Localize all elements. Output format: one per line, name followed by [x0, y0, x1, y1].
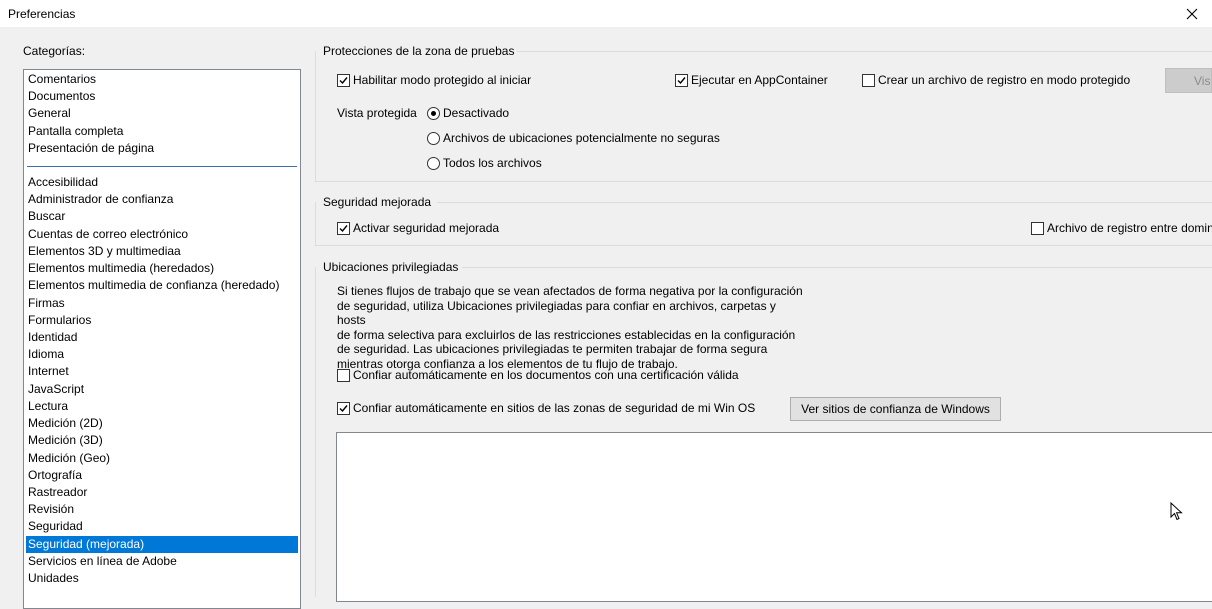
title-bar: Preferencias — [0, 0, 1212, 27]
enhanced-security-label: Activar seguridad mejorada — [353, 221, 500, 235]
checkmark-icon — [339, 76, 348, 84]
checkbox-box — [675, 73, 688, 87]
privileged-description-line: de forma selectiva para excluirlos de la… — [337, 327, 796, 342]
category-item[interactable]: Presentación de página — [26, 140, 298, 157]
appcontainer-label: Ejecutar en AppContainer — [691, 73, 828, 87]
radio-circle — [427, 156, 440, 170]
close-icon — [1186, 8, 1198, 19]
protected-view-option-all[interactable]: Todos los archivos — [427, 156, 542, 170]
mouse-cursor-icon — [1170, 502, 1183, 521]
protected-view-label: Vista protegida — [337, 106, 417, 120]
log-file-label: Crear un archivo de registro en modo pro… — [878, 73, 1131, 87]
category-item[interactable]: Elementos multimedia de confianza (hered… — [26, 277, 298, 294]
close-button[interactable] — [1172, 0, 1212, 27]
enhanced-group-title: Seguridad mejorada — [323, 195, 432, 209]
sandbox-group-border — [517, 51, 1212, 52]
window-title: Preferencias — [8, 7, 76, 21]
category-item[interactable]: General — [26, 105, 298, 122]
privileged-description-line: de seguridad. Las ubicaciones privilegia… — [337, 342, 768, 356]
checkbox-box — [337, 401, 350, 415]
category-item[interactable]: Seguridad — [26, 518, 298, 535]
category-item[interactable]: Unidades — [26, 570, 298, 587]
privileged-description-line: de seguridad, utiliza Ubicaciones privil… — [337, 298, 776, 328]
cross-domain-log-checkbox[interactable]: Archivo de registro entre dominios — [1031, 221, 1212, 235]
category-item[interactable]: JavaScript — [26, 381, 298, 398]
category-item[interactable]: Pantalla completa — [26, 123, 298, 140]
trust-certified-checkbox[interactable]: Confiar automáticamente en los documento… — [337, 368, 739, 382]
view-windows-sites-button-label: Ver sitios de confianza de Windows — [801, 402, 990, 416]
privileged-locations-list[interactable] — [336, 432, 1212, 602]
view-windows-sites-button[interactable]: Ver sitios de confianza de Windows — [790, 397, 1001, 421]
privileged-group-title: Ubicaciones privilegiadas — [323, 260, 459, 274]
view-log-button[interactable]: Visualizar — [1165, 68, 1212, 93]
categories-separator — [27, 166, 297, 167]
checkbox-box — [862, 73, 875, 87]
checkmark-icon — [339, 404, 348, 412]
category-item[interactable]: Cuentas de correo electrónico — [26, 226, 298, 243]
category-item[interactable]: Ortografía — [26, 467, 298, 484]
appcontainer-checkbox[interactable]: Ejecutar en AppContainer — [675, 73, 828, 87]
categories-label: Categorías: — [23, 44, 86, 58]
category-item[interactable]: Administrador de confianza — [26, 191, 298, 208]
privileged-group-border-left — [315, 267, 316, 597]
protected-view-option-off-label: Desactivado — [443, 106, 510, 120]
category-item[interactable]: Rastreador — [26, 484, 298, 501]
sandbox-group-title: Protecciones de la zona de pruebas — [323, 44, 515, 58]
category-item[interactable]: Identidad — [26, 329, 298, 346]
cross-domain-log-label: Archivo de registro entre dominios — [1047, 221, 1212, 235]
view-log-button-label: Visualizar — [1194, 73, 1211, 88]
category-item[interactable]: Elementos 3D y multimediaa — [26, 243, 298, 260]
privileged-description: Si tienes flujos de trabajo que se vean … — [337, 284, 807, 371]
category-item[interactable]: Elementos multimedia (heredados) — [26, 260, 298, 277]
category-item[interactable]: Firmas — [26, 295, 298, 312]
privileged-description-line: Si tienes flujos de trabajo que se vean … — [337, 284, 803, 298]
category-item[interactable]: Internet — [26, 363, 298, 380]
category-item-selected[interactable]: Seguridad (mejorada) — [26, 535, 298, 553]
checkbox-box — [337, 73, 350, 87]
category-item[interactable]: Medición (2D) — [26, 415, 298, 432]
radio-selected-dot — [431, 110, 436, 116]
radio-circle — [427, 131, 440, 145]
category-item[interactable]: Documentos — [26, 88, 298, 105]
checkbox-box — [337, 368, 350, 382]
category-item[interactable]: Idioma — [26, 346, 298, 363]
protected-view-option-unsafe[interactable]: Archivos de ubicaciones potencialmente n… — [427, 131, 720, 145]
log-file-checkbox[interactable]: Crear un archivo de registro en modo pro… — [862, 73, 1130, 87]
protected-view-option-off[interactable]: Desactivado — [427, 106, 509, 120]
radio-circle — [427, 106, 440, 120]
sandbox-group-border-left — [315, 51, 316, 182]
enhanced-security-checkbox[interactable]: Activar seguridad mejorada — [337, 221, 499, 235]
category-item[interactable]: Medición (3D) — [26, 432, 298, 449]
protected-mode-label: Habilitar modo protegido al iniciar — [353, 73, 532, 87]
protected-mode-checkbox[interactable]: Habilitar modo protegido al iniciar — [337, 73, 531, 87]
category-item[interactable]: Buscar — [26, 208, 298, 225]
category-item[interactable]: Formularios — [26, 312, 298, 329]
category-item[interactable]: Accesibilidad — [26, 174, 298, 191]
enhanced-group-border-bottom — [315, 245, 1212, 246]
category-item[interactable]: Medición (Geo) — [26, 450, 298, 467]
trust-win-zones-checkbox[interactable]: Confiar automáticamente en sitios de las… — [337, 401, 755, 415]
protected-view-option-all-label: Todos los archivos — [443, 156, 542, 170]
sandbox-group-border-bottom — [315, 181, 1212, 182]
category-item[interactable]: Revisión — [26, 501, 298, 518]
protected-view-option-unsafe-label: Archivos de ubicaciones potencialmente n… — [443, 131, 720, 145]
category-item[interactable]: Lectura — [26, 398, 298, 415]
checkmark-icon — [339, 224, 348, 232]
checkbox-box — [337, 221, 350, 235]
categories-list[interactable]: Comentarios Documentos General Pantalla com… — [23, 69, 301, 609]
category-item[interactable]: Comentarios — [26, 71, 298, 88]
trust-certified-label: Confiar automáticamente en los documento… — [353, 368, 739, 382]
enhanced-group-border — [437, 202, 1212, 203]
checkmark-icon — [677, 76, 686, 84]
privileged-group-border — [462, 267, 1212, 268]
category-item[interactable]: Servicios en línea de Adobe — [26, 553, 298, 570]
trust-win-zones-label: Confiar automáticamente en sitios de las… — [353, 401, 756, 415]
enhanced-group-border-left — [315, 202, 316, 246]
checkbox-box — [1031, 221, 1044, 235]
